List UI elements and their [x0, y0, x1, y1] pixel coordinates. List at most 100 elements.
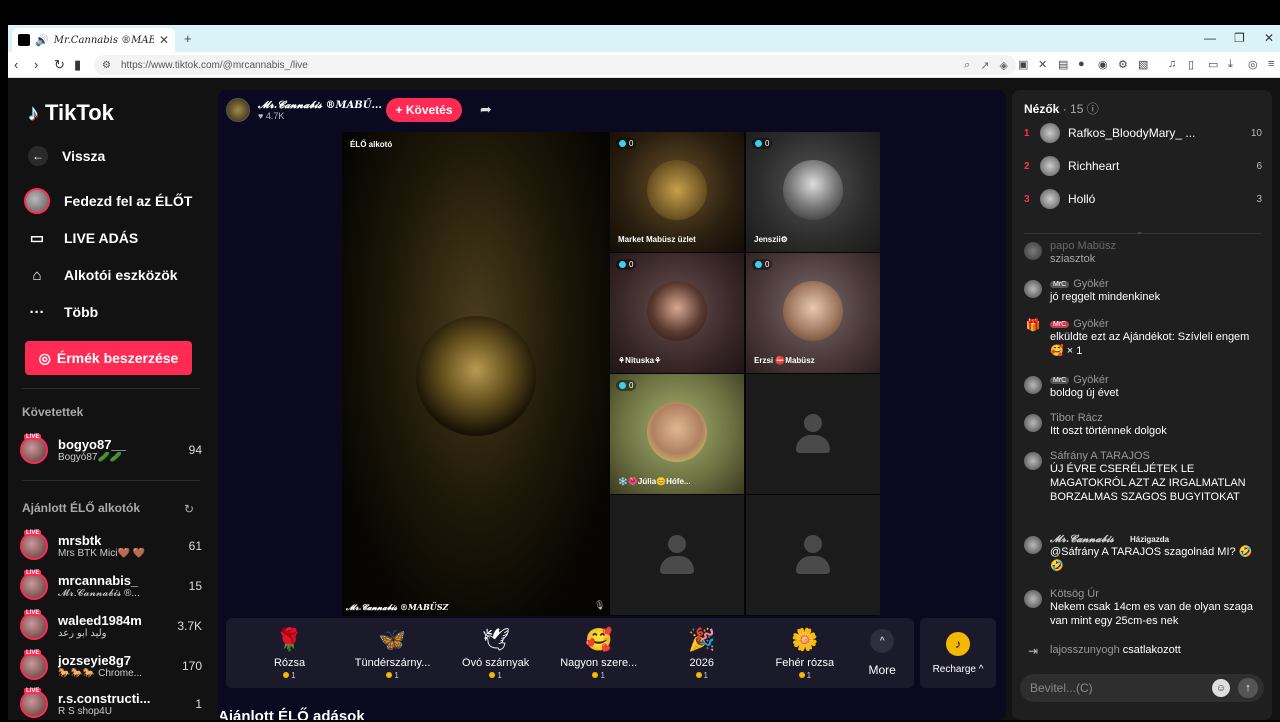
bookmark-icon[interactable]: ▮	[74, 57, 81, 73]
share-icon[interactable]: ➦	[480, 101, 492, 118]
viewer-row[interactable]: 2 Richheart 6	[1024, 156, 1262, 176]
guest-tile[interactable]: 0 Market Mabüsz üzlet	[610, 132, 744, 252]
chat-message[interactable]: 🎁 MrC Gyökér elküldte ezt az Ajándékot: S…	[1024, 318, 1264, 358]
avatar	[1024, 242, 1042, 260]
host-avatar[interactable]	[226, 98, 250, 122]
viewer-row[interactable]: 1 Rafkos_BloodyMary_ ... 10	[1024, 123, 1262, 143]
chat-message[interactable]: MrC Gyökér boldog új évet	[1024, 374, 1264, 400]
gift-bar: 🌹 Rózsa 1 🦋 Tündérszárny... 1 🕊 Óvó szár…	[226, 618, 914, 688]
gift-item[interactable]: 🌼 Fehér rózsa 1	[753, 627, 856, 680]
site-info-icon[interactable]: ⚙	[102, 60, 111, 71]
recharge-button[interactable]: ♪ Recharge ^	[920, 618, 996, 688]
emoji-icon[interactable]: ☺	[1212, 679, 1230, 697]
host-tag: Házigazda	[1129, 535, 1170, 544]
forward-icon[interactable]: ›	[34, 57, 38, 72]
reload-icon[interactable]: ↻	[54, 57, 65, 73]
info-icon[interactable]: ⓘ	[1087, 102, 1099, 116]
home-play-icon: ⌂	[32, 266, 42, 284]
join-text: csatlakozott	[1122, 644, 1181, 656]
back-icon[interactable]: ‹	[14, 57, 18, 72]
get-coins-button[interactable]: ◎ Érmék beszerzése	[25, 341, 192, 375]
more-gifts-button[interactable]: ^ More	[862, 629, 902, 677]
viewer-count: 3.7K	[177, 619, 202, 633]
close-tab-icon[interactable]: ✕	[159, 33, 169, 47]
explore-live-avatar-icon	[24, 188, 50, 214]
avatar	[1024, 590, 1042, 608]
recommended-item[interactable]: LIVE mrcannabis_ 𝓜𝓻.𝓒𝓪𝓷𝓷𝓪𝓫𝓲𝓼 ®... 15	[20, 568, 202, 604]
extension-settings-icon[interactable]: ⚙	[1118, 58, 1128, 71]
guest-tile[interactable]: 0 ⚘Nituska⚘	[610, 253, 744, 373]
extension-puzzle-icon[interactable]: ▧	[1138, 58, 1148, 71]
restore-icon[interactable]: ❐	[1234, 31, 1245, 45]
gift-item[interactable]: 🕊 Óvó szárnyak 1	[444, 627, 547, 680]
browser-tab[interactable]: 🔊 Mr.Cannabis ®MABÜSZ ✕	[12, 28, 175, 52]
host-info[interactable]: 𝓜𝓻.𝓒𝓪𝓷𝓷𝓪𝓫𝓲𝓼 ®MABŰ... ♥ 4.7K	[226, 98, 382, 122]
vpn-icon[interactable]: ◎	[1248, 58, 1258, 71]
recommended-item[interactable]: LIVE waleed1984m وليد ابو رعد 3.7K	[20, 608, 202, 644]
empty-seat-person-icon	[660, 535, 694, 575]
divider	[22, 388, 200, 389]
empty-seat[interactable]	[746, 495, 880, 615]
refresh-icon[interactable]: ↻	[184, 502, 194, 516]
gift-icon: 🎁	[1025, 318, 1041, 332]
extension-hls-icon[interactable]: ▤	[1058, 58, 1068, 71]
follow-button[interactable]: + Követés	[386, 98, 462, 122]
following-item[interactable]: LIVE bogyo87__ Bogyó87🥒🥒 94	[20, 432, 202, 468]
recommended-item[interactable]: LIVE jozseyie8g7 🐎🐎🐎 Chrome... 170	[20, 648, 202, 684]
shield-icon[interactable]: ◈	[1000, 59, 1008, 72]
extension-circle-icon[interactable]: ●	[1078, 58, 1085, 70]
chat-message[interactable]: Tibor Rácz Itt oszt történnek dolgok	[1024, 412, 1264, 438]
sidebar-toggle-icon[interactable]: ▯	[1188, 58, 1194, 71]
recharge-label: Recharge ^	[932, 663, 984, 675]
gift-item[interactable]: 🦋 Tündérszárny... 1	[341, 627, 444, 680]
guest-score-badge: 0	[752, 138, 773, 149]
chat-username: Gyökér	[1073, 318, 1109, 330]
media-icon[interactable]: ♫	[1168, 58, 1176, 70]
recommended-item[interactable]: LIVE mrsbtk Mrs BTK Mici🤎 🤎 61	[20, 528, 202, 564]
minimize-icon[interactable]: —	[1204, 31, 1216, 45]
back-link[interactable]: ← Vissza	[24, 146, 105, 166]
viewers-header[interactable]: Nézők · 15 ⓘ	[1024, 100, 1099, 117]
chat-message[interactable]: Sáfrány A TARAJOS ÚJ ÉVRE CSERÉLJÉTEK LE…	[1024, 450, 1264, 504]
guest-tile[interactable]: 0 ❄️🌺Júlia😊Hófe...	[610, 374, 744, 494]
guest-tile[interactable]: 0 Jenszii⚙	[746, 132, 880, 252]
close-window-icon[interactable]: ✕	[1264, 31, 1274, 45]
zoom-icon[interactable]: ⌕	[964, 59, 970, 72]
video-stage[interactable]: ÉLŐ alkotó 𝓜𝓻.𝓒𝓪𝓷𝓷𝓪𝓫𝓲𝓼 ®MABÜSZ 🎙 0 Marke…	[342, 132, 880, 616]
extension-x-icon[interactable]: ✕	[1038, 58, 1047, 71]
extension-translate-icon[interactable]: ▣	[1018, 58, 1028, 71]
download-icon[interactable]: ⤓	[1228, 58, 1233, 71]
tiktok-logo[interactable]: ♪ TikTok	[28, 100, 114, 126]
chat-message[interactable]: MrC Gyökér jó reggelt mindenkinek	[1024, 278, 1264, 304]
new-tab-icon[interactable]: +	[184, 31, 192, 46]
chat-message[interactable]: 𝓜𝓻.𝓒𝓪𝓷𝓷𝓪𝓫𝓲𝓼 Házigazda @Sáfrány A TARAJOS …	[1024, 534, 1264, 573]
empty-seat[interactable]	[746, 374, 880, 494]
chat-message[interactable]: papo Mabüsz sziasztok	[1024, 240, 1264, 266]
chat-input[interactable]: Bevitel...(C) ☺ ↑	[1020, 674, 1264, 702]
creator-subtitle: 𝓜𝓻.𝓒𝓪𝓷𝓷𝓪𝓫𝓲𝓼 ®...	[58, 588, 140, 599]
wallet-icon[interactable]: ▭	[1208, 58, 1218, 71]
recommended-item[interactable]: LIVE r.s.constructi... R S shop4U 1	[20, 686, 202, 722]
share-page-icon[interactable]: ↗	[980, 59, 989, 72]
extension-color-icon[interactable]: ◉	[1098, 58, 1108, 71]
coin-icon: ♪	[946, 631, 970, 656]
gift-item[interactable]: 🌹 Rózsa 1	[238, 627, 341, 680]
url-field[interactable]: ⚙ https://www.tiktok.com/@mrcannabis_/li…	[94, 55, 1016, 75]
menu-icon[interactable]: ≡	[1268, 58, 1274, 70]
justice-statue-image	[416, 316, 536, 436]
empty-seat[interactable]	[610, 495, 744, 615]
sidebar-item-live[interactable]: ▭ LIVE ADÁS	[24, 225, 138, 251]
guest-tile[interactable]: 0 Erzsi ⛔Mabüsz	[746, 253, 880, 373]
gift-item[interactable]: 🥰 Nagyon szere... 1	[547, 627, 650, 680]
sidebar-item-creator-tools[interactable]: ⌂ Alkotói eszközök	[24, 262, 177, 288]
viewer-row[interactable]: 3 Holló 3	[1024, 189, 1262, 209]
chevron-down-icon[interactable]: ⌄	[1136, 226, 1144, 237]
chat-user-line: MrC Gyökér	[1050, 374, 1264, 386]
chat-message[interactable]: Kötsög Úr Nekem csak 14cm es van de olya…	[1024, 588, 1264, 628]
gift-item[interactable]: 🎉 2026 1	[650, 627, 753, 680]
chat-text: ÚJ ÉVRE CSERÉLJÉTEK LE MAGATOKRÓL AZT AZ…	[1050, 463, 1246, 503]
host-video[interactable]: ÉLŐ alkotó 𝓜𝓻.𝓒𝓪𝓷𝓷𝓪𝓫𝓲𝓼 ®MABÜSZ 🎙	[342, 132, 610, 616]
sidebar-item-more[interactable]: ··· Több	[24, 299, 99, 325]
send-icon[interactable]: ↑	[1238, 678, 1258, 698]
sidebar-item-explore-live[interactable]: Fedezd fel az ÉLŐT	[24, 188, 192, 214]
